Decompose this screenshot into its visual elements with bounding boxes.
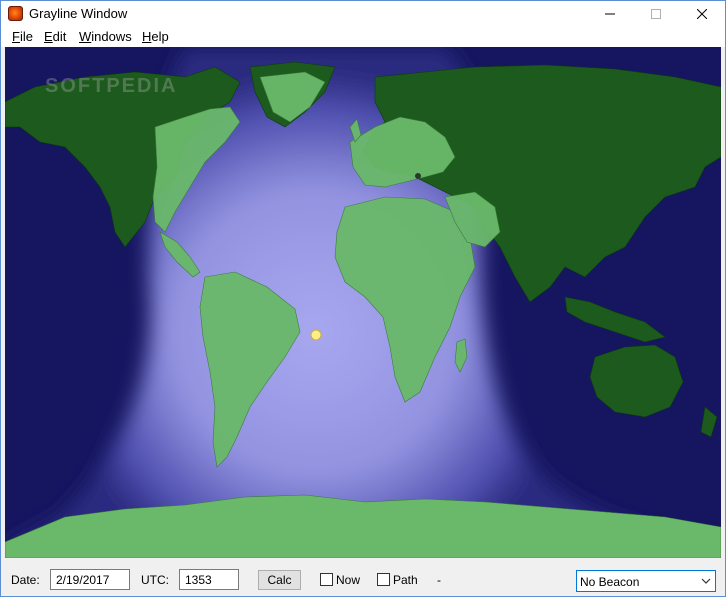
menu-edit-rest: dit xyxy=(52,29,67,44)
menu-help[interactable]: Help xyxy=(142,29,169,44)
world-map-canvas xyxy=(5,47,721,558)
beacon-select-value: No Beacon xyxy=(580,575,640,589)
date-field[interactable]: 2/19/2017 xyxy=(50,569,130,590)
menu-windows-accel: W xyxy=(79,29,92,44)
grayline-window: Grayline Window File Edit Windows Help S… xyxy=(0,0,726,597)
menu-help-accel: H xyxy=(142,29,152,44)
minimize-button[interactable] xyxy=(587,1,633,27)
maximize-icon xyxy=(651,9,661,19)
now-label[interactable]: Now xyxy=(336,573,360,587)
location-marker-icon xyxy=(415,173,421,179)
chevron-down-icon xyxy=(701,578,711,584)
window-title: Grayline Window xyxy=(29,6,128,21)
title-bar[interactable]: Grayline Window xyxy=(1,1,725,27)
control-bar: Date: 2/19/2017 UTC: 1353 Calc Now Path … xyxy=(1,558,725,596)
minimize-icon xyxy=(605,13,615,15)
menu-help-rest: elp xyxy=(151,29,169,44)
menu-file[interactable]: File xyxy=(12,29,33,44)
menu-windows[interactable]: Windows xyxy=(79,29,132,44)
menu-edit-accel: E xyxy=(44,29,53,44)
date-label: Date: xyxy=(11,573,40,587)
menu-edit[interactable]: Edit xyxy=(44,29,66,44)
menu-windows-rest: indows xyxy=(91,29,132,44)
path-checkbox[interactable] xyxy=(377,573,390,586)
close-button[interactable] xyxy=(679,1,725,27)
utc-label: UTC: xyxy=(141,573,169,587)
utc-field[interactable]: 1353 xyxy=(179,569,239,590)
sun-marker-icon xyxy=(310,329,322,341)
app-globe-icon[interactable] xyxy=(8,6,23,21)
close-icon xyxy=(697,9,707,19)
calc-button[interactable]: Calc xyxy=(258,570,301,590)
menu-file-rest: ile xyxy=(19,29,33,44)
maximize-button[interactable] xyxy=(633,1,679,27)
separator-text: - xyxy=(437,573,441,587)
path-label[interactable]: Path xyxy=(393,573,418,587)
grayline-map[interactable]: SOFTPEDIA xyxy=(5,47,721,558)
beacon-select[interactable]: No Beacon xyxy=(576,570,716,592)
menu-file-accel: F xyxy=(12,29,20,44)
menu-bar: File Edit Windows Help xyxy=(1,27,725,47)
now-checkbox[interactable] xyxy=(320,573,333,586)
